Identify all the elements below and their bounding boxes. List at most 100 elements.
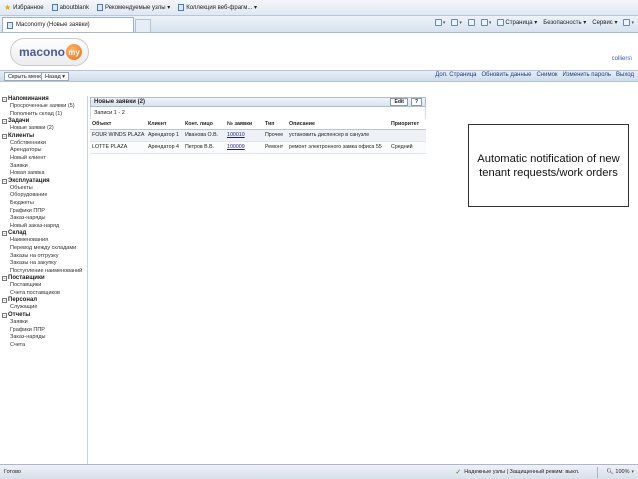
home-button[interactable]: ▾ [434,19,445,26]
link-logout[interactable]: Выход [616,72,634,78]
new-tab-button[interactable] [135,19,151,32]
collapse-icon[interactable]: − [2,119,7,125]
collapse-icon[interactable]: − [2,133,7,139]
sidebar-item[interactable]: Перевод между складами [2,245,87,253]
sidebar-item[interactable]: Оборудование [2,192,87,200]
cell-type: Прочее [263,129,287,142]
favorite-link[interactable]: Коллекция веб-фрагм... ▾ [178,4,257,11]
sidebar-item[interactable]: Новая заявка [2,170,87,178]
edit-button[interactable]: Edit [390,98,408,106]
sidebar-item[interactable]: Счета [2,342,87,350]
favorite-link[interactable]: aboutblank [51,4,89,11]
sidebar-item[interactable]: Арендаторы [2,147,87,155]
panel-header: Новые заявки (2) Edit ? [90,97,426,107]
collapse-icon[interactable]: − [2,178,7,184]
link-extra-page[interactable]: Доп. Страница [435,72,476,78]
sidebar-item[interactable]: Новые заявки (2) [2,125,87,133]
sidebar-item[interactable]: Графики ППР [2,327,87,335]
zoom-control[interactable]: 🔍︎ 100% ▾ [606,469,634,475]
sidebar-item[interactable]: Просроченные заявки (5) [2,103,87,111]
sidebar-section[interactable]: − Отчеты [2,312,87,319]
col-client[interactable]: Клиент [146,119,183,130]
favorites-bar: ★ Избранное aboutblank Рекомендуемые узл… [0,0,638,16]
table-row[interactable]: FOUR WINDS PLAZA Арендатор 1 Иванова О.В… [90,129,426,142]
user-name: colliers\ [611,56,632,62]
sidebar-section[interactable]: − Персонал [2,297,87,304]
sidebar-item[interactable]: Собственники [2,140,87,148]
table-row[interactable]: LOTTE PLAZA Арендатор 4 Петров В.В. 1000… [90,141,426,154]
collapse-icon[interactable]: − [2,298,7,304]
col-contact[interactable]: Конт. лицо [183,119,225,130]
sidebar-section[interactable]: − Склад [2,230,87,237]
col-priority[interactable]: Приоритет [389,119,426,130]
collapse-icon[interactable]: − [2,276,7,282]
sidebar-item[interactable]: Новый клиент [2,155,87,163]
sidebar-item[interactable]: Заказы на закупку [2,260,87,268]
request-number-link[interactable]: 100010 [225,129,263,142]
sidebar-section[interactable]: − Напоминания [2,96,87,103]
collapse-icon[interactable]: − [2,97,7,102]
help-button[interactable]: ▾ [623,19,634,26]
maconomy-logo: macono my [10,38,90,66]
status-text: Готово [4,469,21,475]
col-object[interactable]: Объект [90,119,146,130]
mail-button[interactable] [467,19,475,26]
sidebar-item[interactable]: Наименования [2,237,87,245]
panel-title: Новые заявки (2) [94,99,145,105]
sidebar-item[interactable]: Бюджеты [2,200,87,208]
link-change-password[interactable]: Изменить пароль [563,72,612,78]
feed-icon [451,19,459,26]
sidebar-item[interactable]: Служащие [2,304,87,312]
feeds-button[interactable]: ▾ [451,19,462,26]
sidebar-item[interactable]: Графики ППР [2,208,87,216]
col-type[interactable]: Тип [263,119,287,130]
cell-object: LOTTE PLAZA [90,141,146,154]
page-icon [497,19,505,26]
print-icon [480,19,488,26]
chevron-down-icon: ▾ [631,19,634,26]
page-menu[interactable]: Страница ▾ [497,19,537,26]
cell-description: ремонт электронного замка офиса 55 [287,141,389,154]
collapse-icon[interactable]: − [2,231,7,237]
sidebar-item[interactable]: Заявки [2,319,87,327]
sidebar-item[interactable]: Заявки [2,163,87,171]
col-request-number[interactable]: № заявки [225,119,263,130]
sidebar-item[interactable]: Счета поставщиков [2,290,87,298]
link-snapshot[interactable]: Снимок [536,72,557,78]
tools-menu[interactable]: Сервис ▾ [592,19,617,26]
sidebar-section[interactable]: − Клиенты [2,133,87,140]
link-refresh[interactable]: Обновить данные [482,72,532,78]
sidebar-item[interactable]: Заказ-наряды [2,334,87,342]
request-number-link[interactable]: 100009 [225,141,263,154]
hide-menu-button[interactable]: Скрыть меню [4,72,47,81]
sidebar-item[interactable]: Поступление наименований [2,268,87,276]
col-description[interactable]: Описание [287,119,389,130]
favorites-button[interactable]: ★ Избранное [4,3,44,12]
cell-type: Ремонт [263,141,287,154]
print-button[interactable]: ▾ [480,19,491,26]
back-button[interactable]: Назад ▾ [41,72,70,81]
collapse-icon[interactable]: − [2,313,7,319]
records-count: Записи 1 - 2 [90,107,426,119]
sidebar-item[interactable]: Новый заказ-наряд [2,223,87,231]
sidebar-item[interactable]: Объекты [2,185,87,193]
cell-description: установить диспенсер в санузле [287,129,389,142]
safety-menu-label: Безопасность ▾ [543,20,587,26]
sidebar-section[interactable]: − Задачи [2,118,87,125]
sidebar-item[interactable]: Заказы на отгрузку [2,253,87,261]
top-links: Доп. Страница Обновить данные Снимок Изм… [435,72,634,78]
security-zone[interactable]: ✓ Надежные узлы | Защищенный режим: выкл… [455,468,579,476]
panel-help-button[interactable]: ? [410,98,422,106]
cell-client: Арендатор 4 [146,141,183,154]
sidebar-section[interactable]: − Поставщики [2,275,87,282]
sidebar-section[interactable]: − Эксплуатация [2,178,87,185]
sidebar-item[interactable]: Поставщики [2,282,87,290]
logo-ball: my [66,44,83,60]
safety-menu[interactable]: Безопасность ▾ [543,19,586,26]
sidebar-item[interactable]: Пополнить склад (1) [2,111,87,119]
browser-tab[interactable]: Maconomy (Новые заявки) [2,17,134,32]
sidebar-section-title: Эксплуатация [8,177,50,184]
check-icon: ✓ [455,469,462,476]
sidebar-item[interactable]: Заказ-наряды [2,215,87,223]
favorite-link[interactable]: Рекомендуемые узлы ▾ [96,4,170,11]
